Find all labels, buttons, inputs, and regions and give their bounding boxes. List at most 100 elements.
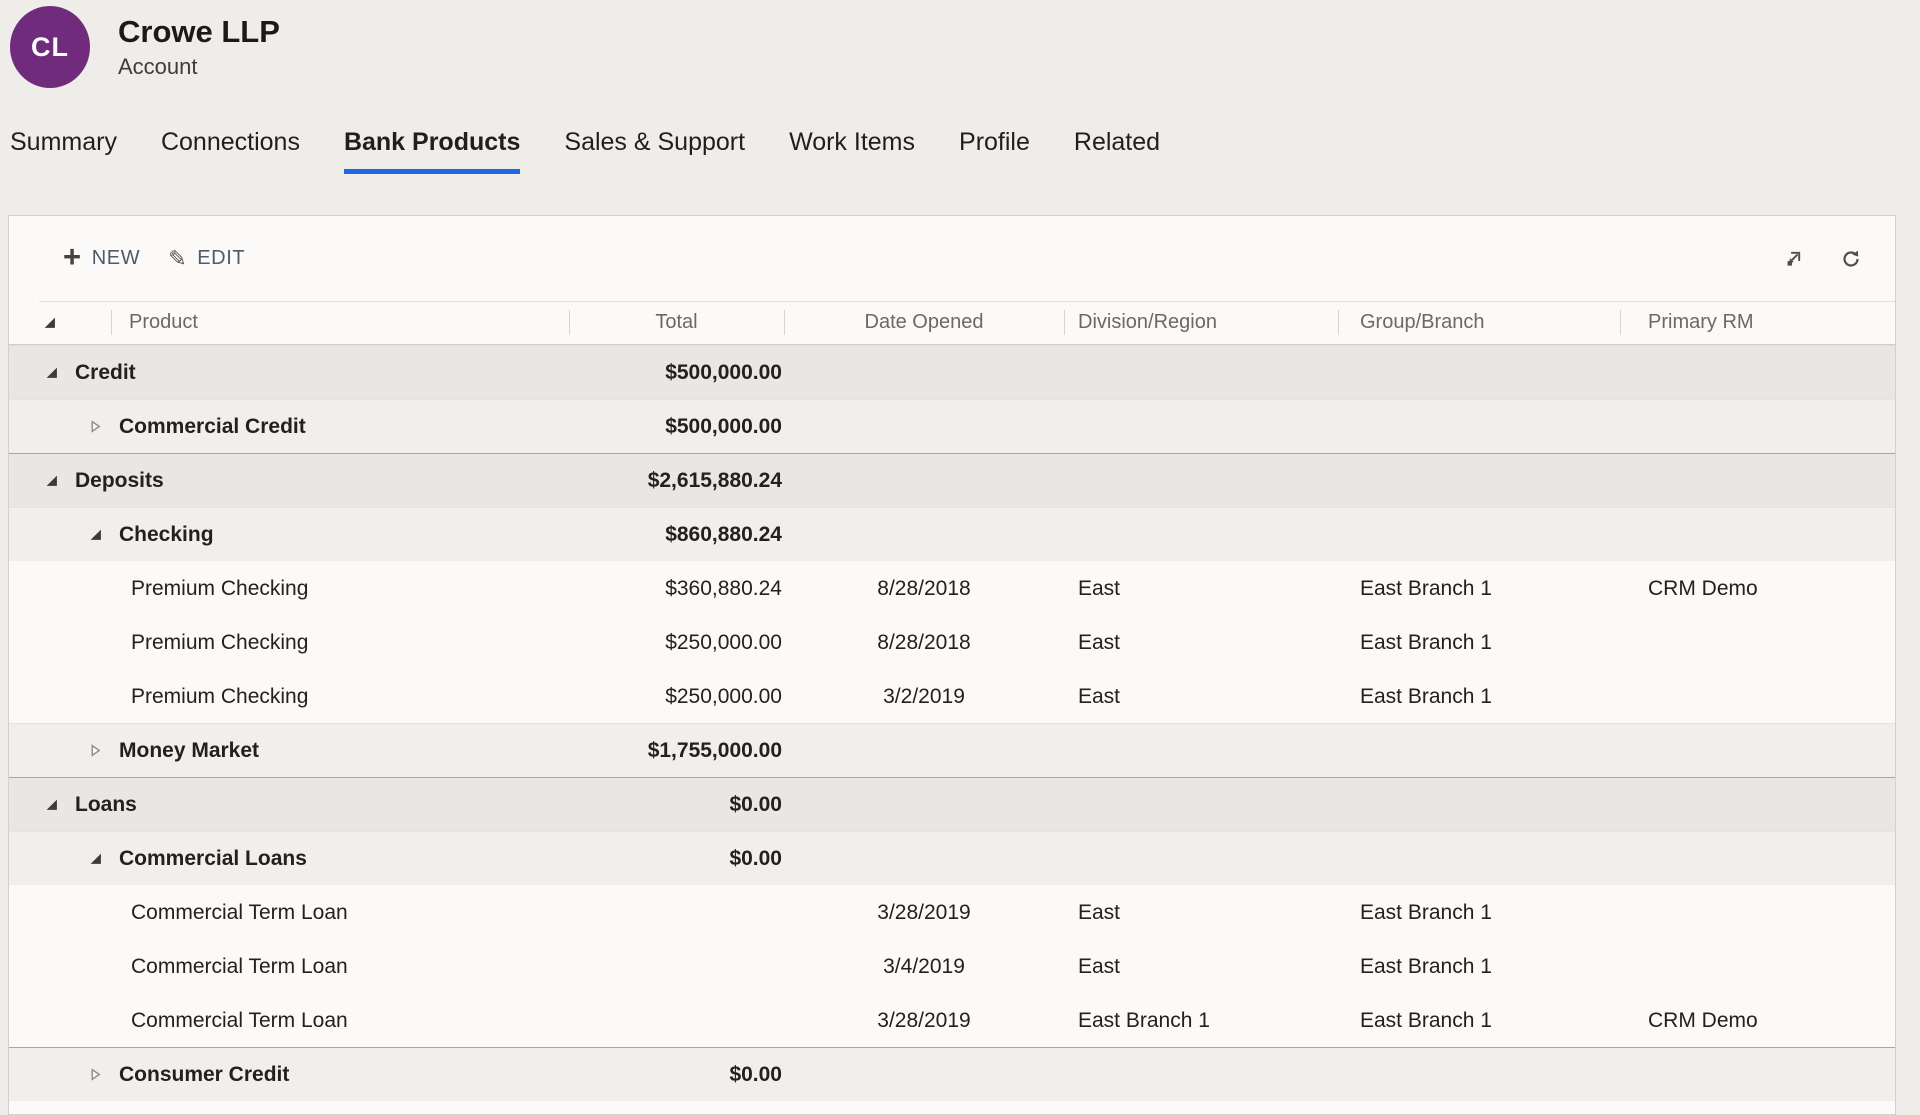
cell-product: Commercial Term Loan: [9, 1009, 569, 1033]
cell-total: $500,000.00: [569, 415, 784, 439]
cell-total: $500,000.00: [569, 361, 784, 385]
cell-product: Loans: [9, 793, 569, 817]
column-header-product[interactable]: Product: [9, 301, 569, 344]
account-header: CL Crowe LLP Account: [10, 6, 280, 88]
cell-product: Premium Checking: [9, 685, 569, 709]
cell-division-region: East: [1064, 901, 1338, 925]
grid-row[interactable]: Premium Checking $250,000.008/28/2018 East…: [9, 615, 1895, 669]
expand-icon[interactable]: [89, 1068, 102, 1081]
record-type-label: Account: [118, 54, 280, 80]
cell-group-branch: East Branch 1: [1338, 577, 1620, 601]
bank-products-panel: + NEW ✎ EDIT: [8, 215, 1896, 1115]
grid-row[interactable]: Money Market $1,755,000.00: [9, 723, 1895, 777]
cell-product: Checking: [9, 523, 569, 547]
grid-row[interactable]: Premium Checking$360,880.248/28/2018East…: [9, 561, 1895, 615]
cell-product: Commercial Credit: [9, 415, 569, 439]
grid-row[interactable]: Checking$860,880.24: [9, 507, 1895, 561]
pencil-icon: ✎: [168, 246, 187, 272]
cell-total: $0.00: [569, 1063, 784, 1087]
tab-work-items[interactable]: Work Items: [789, 128, 915, 174]
collapse-icon[interactable]: [45, 798, 58, 811]
new-button-label: NEW: [92, 247, 140, 270]
grid-row[interactable]: Commercial Term Loan3/4/2019EastEast Bra…: [9, 939, 1895, 993]
grid-row[interactable]: Commercial Term Loan 3/28/2019East Branch…: [9, 993, 1895, 1047]
cell-division-region: East Branch 1: [1064, 1009, 1338, 1033]
cell-total: $250,000.00: [569, 685, 784, 709]
product-label: Commercial Term Loan: [131, 901, 348, 925]
cell-date-opened: 8/28/2018: [784, 631, 1064, 655]
new-button[interactable]: + NEW: [49, 241, 154, 276]
cell-product: Commercial Loans: [9, 847, 569, 871]
cell-date-opened: 3/28/2019: [784, 901, 1064, 925]
grid-body: Credit$500,000.00Commercial Credit$500,0…: [9, 345, 1895, 1101]
cell-total: $0.00: [569, 793, 784, 817]
collapse-icon[interactable]: [45, 366, 58, 379]
cell-product: Credit: [9, 361, 569, 385]
collapse-icon[interactable]: [89, 852, 102, 865]
grid-row[interactable]: Deposits$2,615,880.24: [9, 453, 1895, 507]
cell-total: $1,755,000.00: [569, 739, 784, 763]
collapse-icon[interactable]: [89, 528, 102, 541]
popout-button[interactable]: [1780, 245, 1807, 272]
tab-profile[interactable]: Profile: [959, 128, 1030, 174]
cell-date-opened: 3/28/2019: [784, 1009, 1064, 1033]
popout-icon: [1784, 249, 1803, 268]
grid-row[interactable]: Loans$0.00: [9, 777, 1895, 831]
product-label: Money Market: [119, 739, 259, 763]
avatar: CL: [10, 6, 90, 88]
bank-products-grid: Product Total Date Opened Division/Regio…: [9, 301, 1895, 1101]
tab-summary[interactable]: Summary: [10, 128, 117, 174]
grid-row[interactable]: Credit$500,000.00: [9, 345, 1895, 399]
avatar-initials: CL: [31, 32, 69, 63]
cell-product: Commercial Term Loan: [9, 901, 569, 925]
product-label: Commercial Term Loan: [131, 1009, 348, 1033]
column-header-division-region[interactable]: Division/Region: [1064, 301, 1338, 344]
cell-product: Premium Checking: [9, 631, 569, 655]
grid-row[interactable]: Commercial Term Loan 3/28/2019EastEast Br…: [9, 885, 1895, 939]
cell-group-branch: East Branch 1: [1338, 631, 1620, 655]
cell-primary-rm: CRM Demo: [1620, 577, 1895, 601]
product-label: Commercial Term Loan: [131, 955, 348, 979]
grid-row[interactable]: Commercial Credit $500,000.00: [9, 399, 1895, 453]
cell-division-region: East: [1064, 685, 1338, 709]
cell-division-region: East: [1064, 955, 1338, 979]
refresh-button[interactable]: [1837, 245, 1865, 273]
grid-row[interactable]: Consumer Credit $0.00: [9, 1047, 1895, 1101]
tab-bank-products[interactable]: Bank Products: [344, 128, 520, 174]
collapse-icon[interactable]: [45, 474, 58, 487]
product-label: Commercial Loans: [119, 847, 307, 871]
cell-total: $360,880.24: [569, 577, 784, 601]
cell-total: $860,880.24: [569, 523, 784, 547]
page-title: Crowe LLP: [118, 14, 280, 50]
cell-total: $250,000.00: [569, 631, 784, 655]
collapse-all-icon[interactable]: [43, 316, 56, 329]
tab-connections[interactable]: Connections: [161, 128, 300, 174]
product-label: Consumer Credit: [119, 1063, 289, 1087]
cell-primary-rm: CRM Demo: [1620, 1009, 1895, 1033]
column-header-date-opened[interactable]: Date Opened: [784, 301, 1064, 344]
cell-date-opened: 8/28/2018: [784, 577, 1064, 601]
product-label: Premium Checking: [131, 685, 308, 709]
column-header-group-branch[interactable]: Group/Branch: [1338, 301, 1620, 344]
plus-icon: +: [63, 247, 82, 267]
grid-row[interactable]: Commercial Loans$0.00: [9, 831, 1895, 885]
tab-sales-support[interactable]: Sales & Support: [564, 128, 745, 174]
column-header-total[interactable]: Total: [569, 301, 784, 344]
edit-button-label: EDIT: [197, 247, 245, 270]
expand-icon[interactable]: [89, 420, 102, 433]
cell-product: Deposits: [9, 469, 569, 493]
product-label: Premium Checking: [131, 577, 308, 601]
product-label: Premium Checking: [131, 631, 308, 655]
grid-row[interactable]: Premium Checking$250,000.003/2/2019EastE…: [9, 669, 1895, 723]
tab-related[interactable]: Related: [1074, 128, 1160, 174]
product-label: Commercial Credit: [119, 415, 306, 439]
column-header-primary-rm[interactable]: Primary RM: [1620, 301, 1895, 344]
edit-button[interactable]: ✎ EDIT: [154, 240, 259, 278]
cell-division-region: East: [1064, 577, 1338, 601]
expand-icon[interactable]: [89, 744, 102, 757]
cell-product: Commercial Term Loan: [9, 955, 569, 979]
cell-group-branch: East Branch 1: [1338, 901, 1620, 925]
grid-toolbar: + NEW ✎ EDIT: [9, 216, 1895, 301]
cell-product: Premium Checking: [9, 577, 569, 601]
header-separator: [111, 310, 112, 335]
